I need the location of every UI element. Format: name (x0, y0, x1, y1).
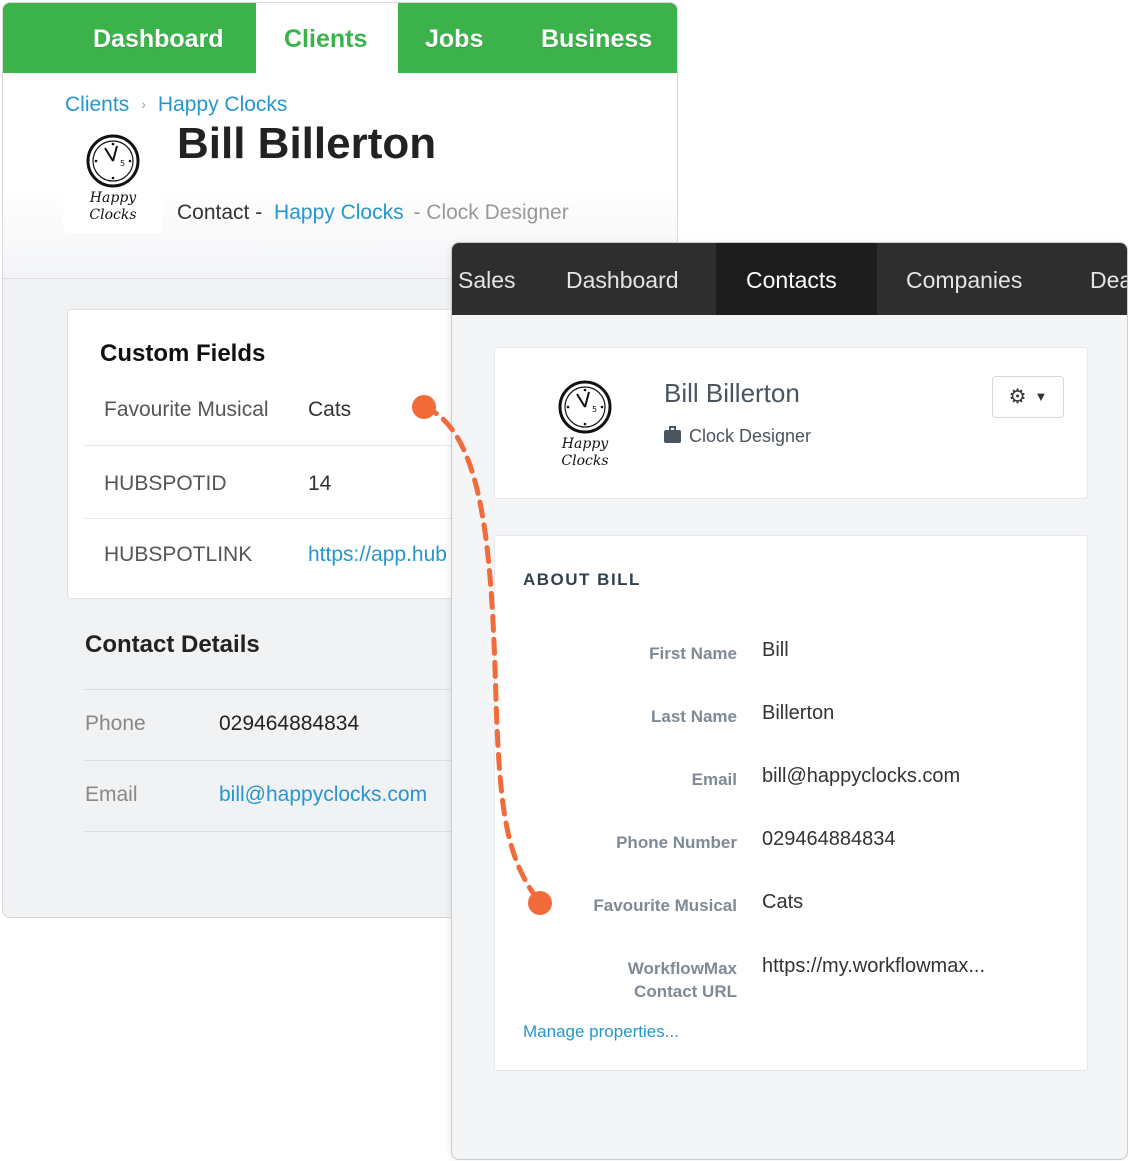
caret-down-icon: ▼ (1034, 389, 1048, 404)
property-row: Phone Number 029464884834 (616, 828, 896, 852)
email-link[interactable]: bill@happyclocks.com (219, 783, 427, 807)
company-logo: 5 Happy Clocks (535, 368, 635, 480)
property-row: First Name Bill (649, 639, 789, 663)
settings-dropdown-button[interactable]: ⚙ ▼ (992, 376, 1064, 418)
hs-about-card: ABOUT BILL First Name Bill Last Name Bil… (494, 535, 1088, 1071)
wfm-tab-business[interactable]: Business (513, 3, 677, 73)
clock-logo-icon: 5 (86, 134, 140, 188)
svg-text:5: 5 (592, 405, 597, 414)
hs-top-nav: Sales Dashboard Contacts Companies Deals (452, 243, 1127, 315)
gear-icon: ⚙ (1008, 386, 1027, 408)
property-row: Favourite Musical Cats (593, 891, 804, 915)
contact-name: Bill Billerton (177, 119, 437, 168)
contact-role: Clock Designer (426, 201, 569, 224)
custom-fields-title: Custom Fields (100, 340, 266, 367)
property-row: Last Name Billerton (651, 702, 835, 726)
hs-tab-deals[interactable]: Deals (1060, 243, 1127, 315)
company-logo: 5 Happy Clocks (63, 123, 163, 233)
wfm-top-nav: Dashboard Clients Jobs Business (3, 3, 677, 73)
wfm-tab-jobs[interactable]: Jobs (397, 3, 511, 73)
company-link[interactable]: Happy Clocks (274, 201, 404, 224)
svg-text:5: 5 (120, 159, 125, 168)
breadcrumb-company-link[interactable]: Happy Clocks (158, 93, 288, 116)
hubspot-link[interactable]: https://app.hub (308, 543, 447, 567)
wfm-tab-dashboard[interactable]: Dashboard (65, 3, 252, 73)
hs-tab-dashboard[interactable]: Dashboard (536, 243, 709, 315)
wfm-tab-clients[interactable]: Clients (256, 3, 398, 73)
briefcase-icon (664, 426, 681, 443)
contact-subtitle: Contact - Happy Clocks - Clock Designer (177, 201, 569, 224)
hs-contact-name: Bill Billerton (664, 378, 800, 408)
hubspot-window: Sales Dashboard Contacts Companies Deals… (451, 242, 1128, 1160)
phone-value: 029464884834 (219, 712, 360, 735)
manage-properties-link[interactable]: Manage properties... (523, 1022, 679, 1042)
breadcrumb-clients-link[interactable]: Clients (65, 93, 129, 116)
logo-text: Happy Clocks (89, 190, 137, 223)
contact-details-title: Contact Details (85, 631, 260, 658)
clock-logo-icon: 5 (558, 380, 612, 434)
property-row: Email bill@happyclocks.com (691, 765, 961, 789)
hs-profile-card: 5 Happy Clocks Bill Billerton Clock Desi… (494, 347, 1088, 499)
hs-tab-sales[interactable]: Sales (452, 243, 546, 315)
logo-text: Happy Clocks (561, 436, 609, 469)
breadcrumb: Clients › Happy Clocks (65, 93, 287, 117)
hs-tab-companies[interactable]: Companies (876, 243, 1052, 315)
breadcrumb-separator: › (141, 96, 146, 112)
property-row: WorkflowMax Contact URL https://my.workf… (627, 955, 986, 1001)
about-title: ABOUT BILL (523, 570, 641, 589)
hs-job-title: Clock Designer (664, 426, 811, 447)
hs-tab-contacts[interactable]: Contacts (716, 243, 877, 315)
